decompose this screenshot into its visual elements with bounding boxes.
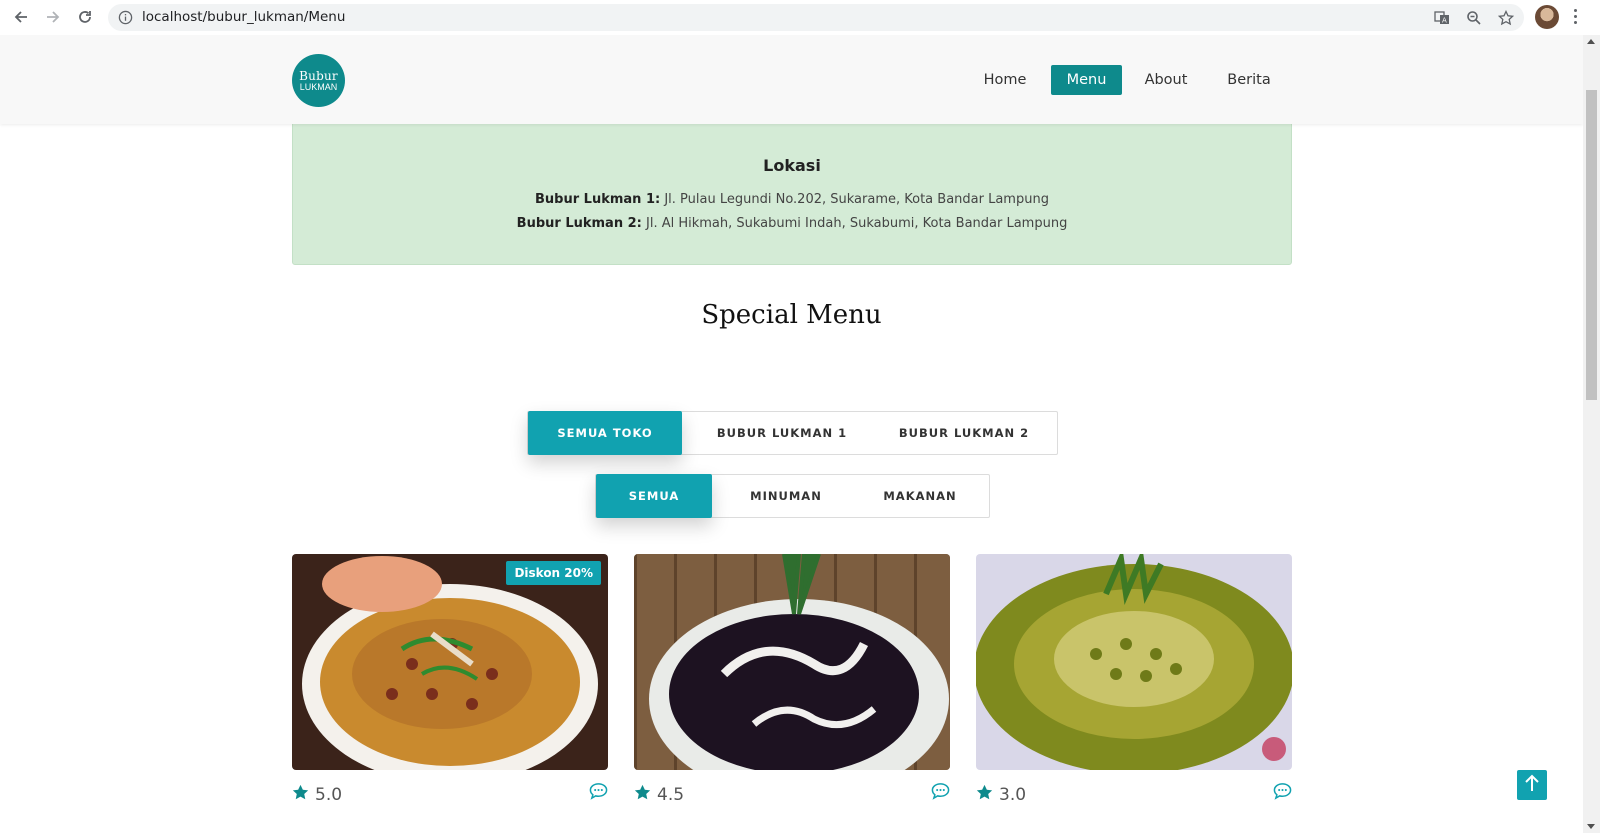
site-logo[interactable]: Bubur LUKMAN [292,54,345,107]
star-icon [976,784,993,806]
filter-makanan[interactable]: MAKANAN [858,475,982,517]
rating: 4.5 [634,784,684,806]
nav-home[interactable]: Home [979,65,1031,95]
star-bookmark-icon[interactable] [1497,9,1515,27]
filter-semua-toko[interactable]: SEMUA TOKO [528,411,682,455]
scroll-down-icon[interactable] [1587,824,1595,829]
scroll-thumb[interactable] [1586,90,1597,400]
comment-icon[interactable] [1273,782,1292,804]
comment-icon[interactable] [589,782,608,804]
star-icon [292,784,309,806]
main-nav: Home Menu About Berita [975,65,1285,95]
rating: 5.0 [292,784,342,806]
category-filter: SEMUA MINUMAN MAKANAN [595,474,990,518]
card-meta: 4.5 [634,770,950,806]
star-icon [634,784,651,806]
back-icon[interactable] [10,6,32,28]
card-meta: 5.0 [292,770,608,806]
location-line-2: Bubur Lukman 2: Jl. Al Hikmah, Sukabumi … [293,216,1291,231]
browser-toolbar: localhost/bubur_lukman/Menu A [0,0,1600,36]
logo-text: LUKMAN [299,81,338,92]
nav-menu[interactable]: Menu [1051,65,1122,95]
svg-text:A: A [1442,17,1447,25]
food-image[interactable]: Diskon 20% [292,554,608,770]
back-to-top-button[interactable] [1517,770,1547,800]
filter-semua[interactable]: SEMUA [596,474,712,518]
store-filter: SEMUA TOKO BUBUR LUKMAN 1 BUBUR LUKMAN 2 [527,411,1058,455]
store-name: Bubur Lukman 2: [516,216,642,231]
store-address: Jl. Al Hikmah, Sukabumi Indah, Sukabumi,… [641,216,1068,231]
reload-icon[interactable] [74,6,96,28]
filter-bubur-lukman-2[interactable]: BUBUR LUKMAN 2 [880,412,1048,454]
address-bar[interactable]: localhost/bubur_lukman/Menu A [108,4,1524,31]
menu-card[interactable]: 4.5 [634,554,950,806]
site-header: Bubur LUKMAN Home Menu About Berita [0,35,1583,124]
store-address: Jl. Pulau Legundi No.202, Sukarame, Kota… [660,192,1049,207]
translate-icon[interactable]: A [1433,9,1451,27]
browser-menu-icon[interactable] [1573,8,1579,26]
scroll-up-icon[interactable] [1587,39,1595,44]
rating-value: 4.5 [657,785,685,805]
page-scrollbar[interactable] [1583,35,1600,833]
section-title: Special Menu [701,300,882,330]
card-meta: 3.0 [976,770,1292,806]
menu-card[interactable]: Diskon 20% 5.0 [292,554,608,806]
arrow-up-icon [1524,773,1540,797]
menu-card[interactable]: 3.0 [976,554,1292,806]
store-name: Bubur Lukman 1: [535,192,661,207]
logo-text: Bubur [299,68,338,83]
rating: 3.0 [976,784,1026,806]
rating-value: 5.0 [315,785,343,805]
forward-icon[interactable] [42,6,64,28]
profile-avatar[interactable] [1535,5,1559,29]
nav-berita[interactable]: Berita [1226,65,1272,95]
page-viewport: Lokasi Bubur Lukman 1: Jl. Pulau Legundi… [0,35,1583,833]
site-info-icon[interactable] [118,10,133,29]
url-text[interactable]: localhost/bubur_lukman/Menu [142,9,345,25]
filter-minuman[interactable]: MINUMAN [720,475,852,517]
location-title: Lokasi [763,156,821,175]
location-line-1: Bubur Lukman 1: Jl. Pulau Legundi No.202… [293,192,1291,207]
nav-about[interactable]: About [1141,65,1191,95]
filter-bubur-lukman-1[interactable]: BUBUR LUKMAN 1 [698,412,866,454]
food-image[interactable] [634,554,950,770]
zoom-icon[interactable] [1465,9,1483,27]
discount-badge: Diskon 20% [506,561,601,585]
food-image[interactable] [976,554,1292,770]
rating-value: 3.0 [999,785,1027,805]
comment-icon[interactable] [931,782,950,804]
